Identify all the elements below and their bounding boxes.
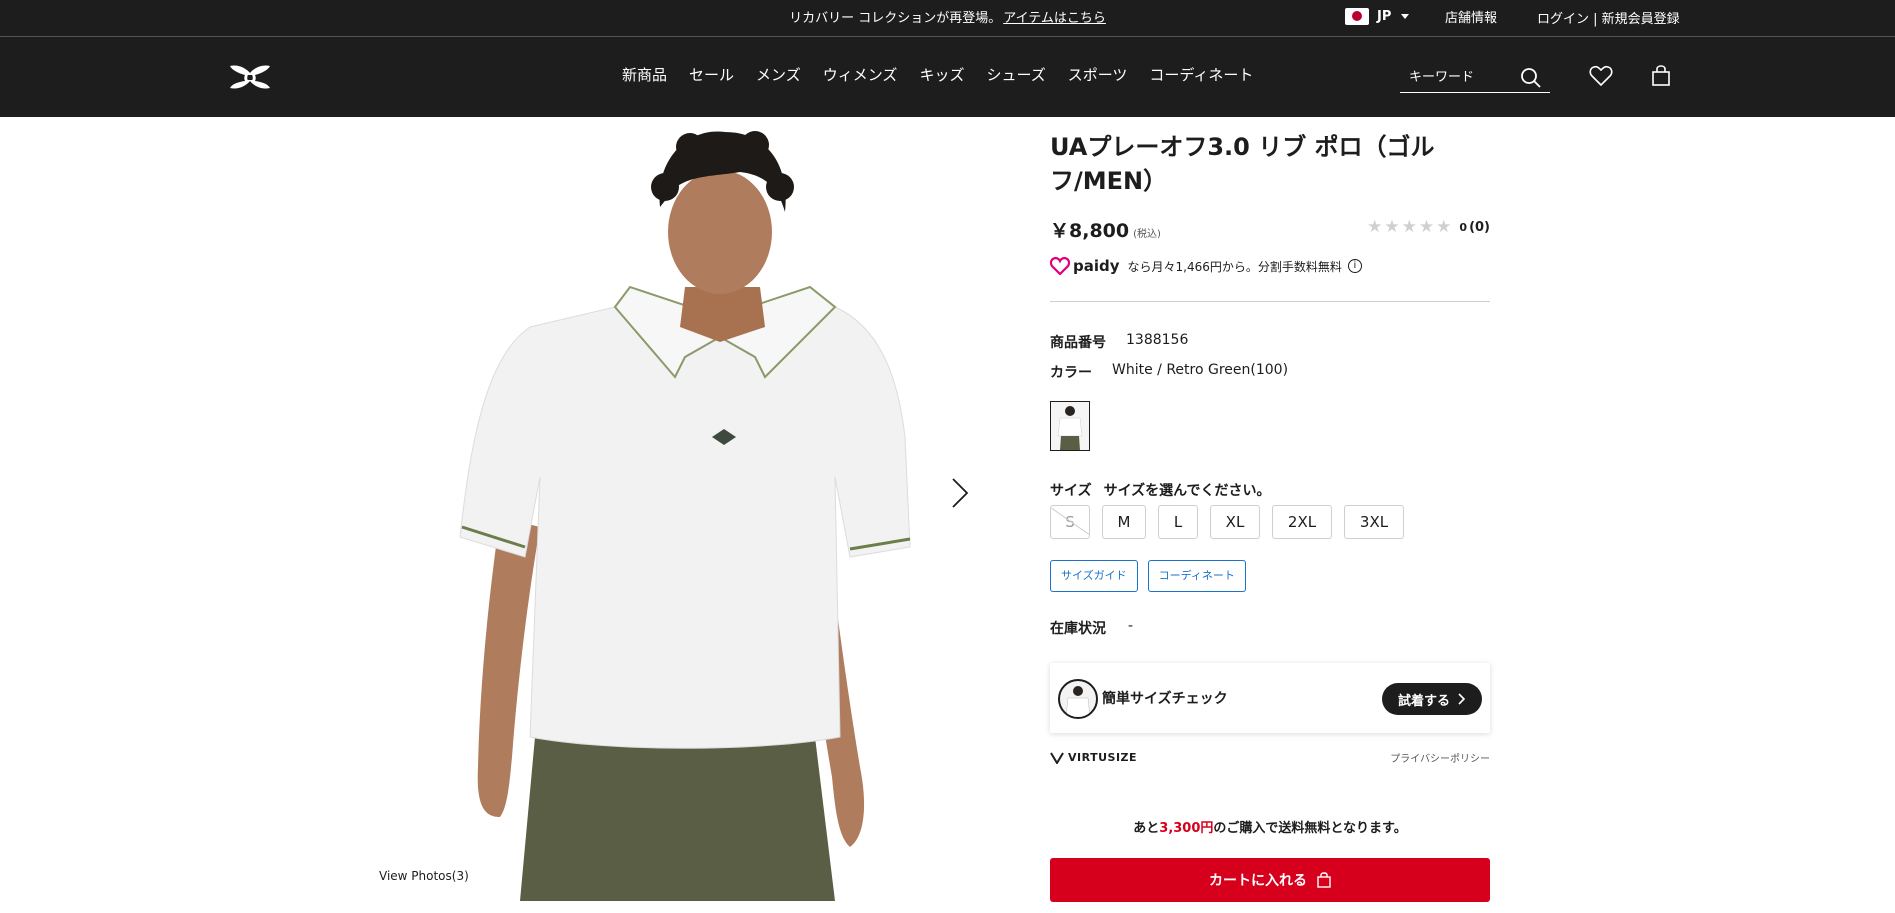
view-photos-link[interactable]: View Photos(3) [379, 869, 469, 883]
try-on-button[interactable]: 試着する [1382, 683, 1482, 715]
announcement-text: リカバリー コレクションが再登場。 [789, 11, 1002, 26]
product-number-value: 1388156 [1126, 332, 1189, 348]
chevron-down-icon [1401, 14, 1410, 19]
paidy-text: なら月々1,466円から。分割手数料無料 [1127, 259, 1342, 274]
size-label: サイズ [1050, 483, 1092, 499]
info-icon[interactable]: i [1347, 259, 1362, 273]
product-title: UAプレーオフ3.0 リブ ポロ（ゴルフ/MEN） [1050, 133, 1435, 195]
size-option-3xl[interactable]: 3XL [1344, 505, 1404, 539]
star-icon: ★ [1436, 217, 1452, 237]
privacy-policy-link[interactable]: プライバシーポリシー [1390, 750, 1490, 765]
shopping-bag-icon [1317, 872, 1331, 888]
nav-kids[interactable]: キッズ [919, 64, 964, 85]
heart-icon[interactable] [1589, 65, 1613, 91]
shipping-amount: 3,300円 [1159, 821, 1214, 836]
nav-sale[interactable]: セール [689, 64, 734, 85]
color-swatch[interactable] [1050, 401, 1090, 451]
paidy-brand: paidy [1073, 257, 1120, 275]
rating[interactable]: ★ ★ ★ ★ ★ 0 (0) [1367, 218, 1490, 236]
size-option-l[interactable]: L [1158, 505, 1198, 539]
try-on-label: 試着する [1397, 693, 1450, 709]
announcement-link[interactable]: アイテムはこちら [1003, 11, 1106, 26]
locale-selector[interactable]: JP [1345, 8, 1410, 25]
paidy-heart-icon [1050, 257, 1070, 275]
locale-code: JP [1377, 9, 1392, 24]
product-color: カラー White / Retro Green(100) [1050, 362, 1288, 382]
stock-value: - [1128, 618, 1134, 634]
star-icon: ★ [1367, 217, 1383, 237]
add-to-cart-button[interactable]: カートに入れる [1050, 858, 1490, 902]
size-option-m[interactable]: M [1102, 505, 1146, 539]
virtusize-brand: VIRTUSIZE [1068, 751, 1138, 764]
size-option-s: S [1050, 505, 1090, 539]
virtusize-v-icon [1050, 751, 1064, 764]
coordinate-button[interactable]: コーディネート [1147, 560, 1246, 592]
paidy-logo: paidy [1050, 257, 1120, 275]
size-option-2xl[interactable]: 2XL [1272, 505, 1332, 539]
size-prompt: サイズを選んでください。 [1103, 483, 1271, 499]
virtusize-avatar [1058, 679, 1098, 719]
main-header: 新商品 セール メンズ ウィメンズ キッズ シューズ スポーツ コーディネート [0, 37, 1895, 117]
shipping-prefix: あと [1133, 821, 1160, 836]
review-count: (0) [1469, 219, 1490, 235]
store-info-link[interactable]: 店舗情報 [1445, 7, 1497, 26]
color-label: カラー [1050, 365, 1092, 381]
nav-shoes[interactable]: シューズ [986, 64, 1045, 85]
size-guide-row: サイズガイド コーディネート [1050, 560, 1246, 592]
search-input[interactable] [1400, 65, 1510, 89]
virtusize-logo: VIRTUSIZE [1050, 751, 1137, 764]
main-nav: 新商品 セール メンズ ウィメンズ キッズ シューズ スポーツ コーディネート [622, 64, 1275, 85]
nav-coordinate[interactable]: コーディネート [1149, 64, 1253, 85]
product-image[interactable] [440, 117, 1000, 901]
stock-status: 在庫状況 - [1050, 618, 1133, 638]
nav-mens[interactable]: メンズ [756, 64, 801, 85]
price: ￥8,800 [1050, 220, 1130, 242]
nav-new[interactable]: 新商品 [622, 64, 667, 85]
stock-label: 在庫状況 [1050, 621, 1106, 637]
rating-count: 0 [1459, 220, 1468, 234]
add-to-cart-label: カートに入れる [1209, 873, 1307, 889]
product-number: 商品番号 1388156 [1050, 332, 1188, 352]
size-options: S M L XL 2XL 3XL [1050, 505, 1404, 539]
tax-label: (税込) [1133, 229, 1161, 240]
color-value: White / Retro Green(100) [1112, 362, 1289, 378]
virtusize-title: 簡単サイズチェック [1102, 691, 1228, 707]
size-label-row: サイズ サイズを選んでください。 [1050, 480, 1270, 500]
announcement-bar: リカバリー コレクションが再登場。 アイテムはこちら JP 店舗情報 ログイン |… [0, 0, 1895, 37]
japan-flag-icon [1345, 8, 1369, 25]
shipping-suffix: のご購入で送料無料となります。 [1213, 821, 1407, 836]
login-register-link[interactable]: ログイン | 新規会員登録 [1537, 8, 1680, 27]
virtusize-footer: VIRTUSIZE プライバシーポリシー [1050, 750, 1490, 765]
chevron-right-icon[interactable] [950, 476, 970, 514]
paidy-info: paidy なら月々1,466円から。分割手数料無料 i [1050, 257, 1362, 275]
size-option-xl[interactable]: XL [1210, 505, 1260, 539]
price-row: ￥8,800 (税込) ★ ★ ★ ★ ★ 0 (0) [1050, 216, 1490, 244]
star-icon: ★ [1384, 217, 1400, 237]
nav-sports[interactable]: スポーツ [1068, 64, 1128, 85]
star-icon: ★ [1418, 217, 1435, 237]
cart-icon[interactable] [1651, 65, 1671, 91]
free-shipping-message: あと3,300円のご購入で送料無料となります。 [1050, 817, 1490, 836]
nav-womens[interactable]: ウィメンズ [823, 64, 898, 85]
product-info: UAプレーオフ3.0 リブ ポロ（ゴルフ/MEN） ￥8,800 (税込) ★ ★… [1050, 130, 1490, 902]
chevron-right-icon [1458, 693, 1466, 705]
virtusize-widget: 簡単サイズチェック 試着する [1050, 663, 1490, 733]
under-armour-logo[interactable] [228, 64, 272, 94]
product-number-label: 商品番号 [1050, 335, 1106, 351]
star-icon: ★ [1401, 217, 1417, 237]
search-icon[interactable] [1520, 67, 1542, 93]
search-box [1400, 65, 1550, 93]
divider [1050, 301, 1490, 302]
size-guide-button[interactable]: サイズガイド [1050, 560, 1138, 592]
